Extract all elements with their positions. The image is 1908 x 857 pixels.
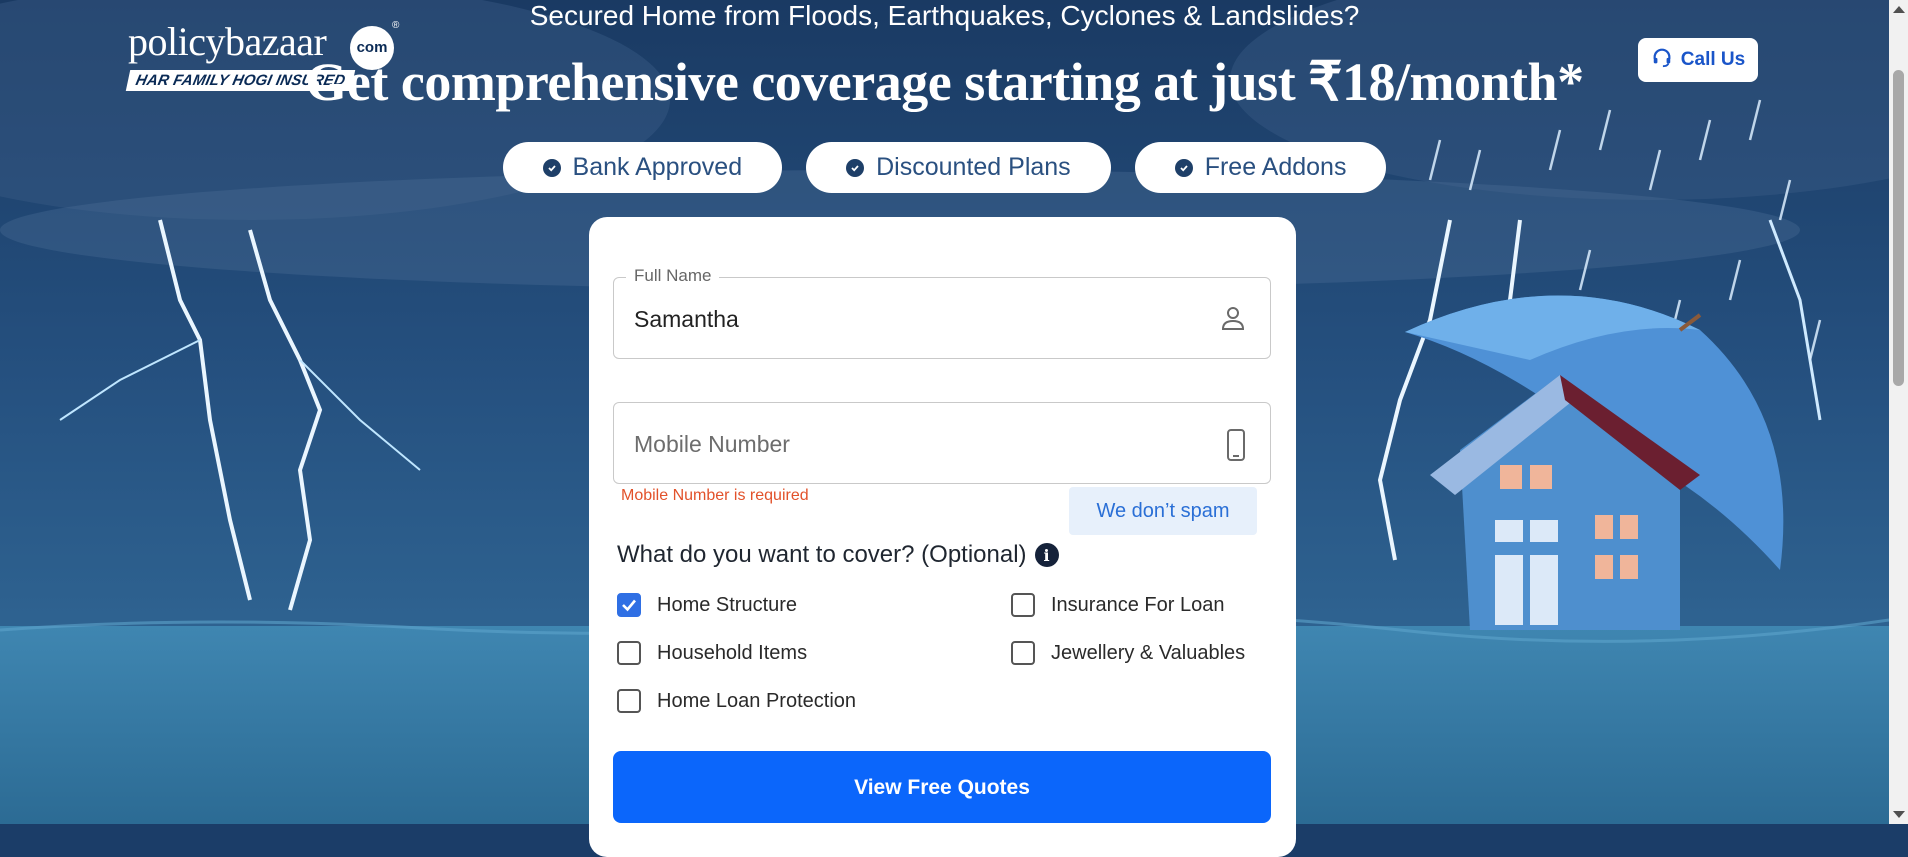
badge-label: Bank Approved (572, 153, 743, 181)
call-us-button[interactable]: Call Us (1638, 38, 1758, 82)
scrollbar-thumb[interactable] (1893, 70, 1904, 386)
info-icon[interactable]: i (1034, 543, 1059, 567)
checkbox[interactable] (617, 641, 641, 665)
check-circle-icon (542, 158, 561, 177)
option-jewellery-valuables[interactable]: Jewellery & Valuables (1011, 641, 1245, 665)
option-label: Jewellery & Valuables (1051, 641, 1246, 664)
badge-bank-approved: Bank Approved (502, 142, 783, 193)
option-label: Insurance For Loan (1051, 593, 1225, 616)
full-name-label: Full Name (626, 266, 720, 286)
mobile-number-placeholder[interactable]: Mobile Number (634, 431, 790, 458)
checkbox[interactable] (617, 689, 641, 713)
checkbox[interactable] (1011, 641, 1035, 665)
option-home-structure[interactable]: Home Structure (617, 593, 797, 617)
checkbox-checked[interactable] (617, 593, 641, 617)
user-icon (1220, 304, 1246, 337)
cover-question-text: What do you want to cover? (Optional) (617, 541, 1027, 568)
no-spam-note: We don’t spam (1069, 487, 1257, 535)
mobile-error-message: Mobile Number is required (621, 487, 809, 504)
scroll-up-arrow-icon[interactable] (1893, 6, 1905, 13)
badge-discounted-plans: Discounted Plans (806, 142, 1111, 193)
scroll-down-arrow-icon[interactable] (1893, 811, 1905, 818)
badge-label: Discounted Plans (876, 153, 1071, 181)
option-insurance-for-loan[interactable]: Insurance For Loan (1011, 593, 1224, 617)
full-name-value[interactable]: Samantha (634, 306, 739, 333)
option-label: Home Structure (657, 593, 798, 616)
cover-question: What do you want to cover? (Optional) i (617, 541, 1059, 569)
check-circle-icon (1174, 158, 1193, 177)
badge-free-addons: Free Addons (1134, 142, 1387, 193)
headset-icon (1651, 46, 1673, 74)
benefit-badges: Bank Approved Discounted Plans Free Addo… (0, 142, 1889, 193)
call-us-label: Call Us (1680, 49, 1746, 70)
option-household-items[interactable]: Household Items (617, 641, 807, 665)
vertical-scrollbar[interactable] (1889, 0, 1908, 824)
full-name-field[interactable]: Full Name Samantha (613, 266, 1271, 359)
hero-tagline: Secured Home from Floods, Earthquakes, C… (529, 0, 1360, 31)
hero-headline: Get comprehensive coverage starting at j… (305, 52, 1584, 112)
view-free-quotes-button[interactable]: View Free Quotes (613, 751, 1271, 823)
check-circle-icon (846, 158, 865, 177)
mobile-phone-icon (1226, 429, 1246, 466)
option-label: Household Items (657, 641, 808, 664)
option-label: Home Loan Protection (657, 689, 857, 712)
checkbox[interactable] (1011, 593, 1035, 617)
option-home-loan-protection[interactable]: Home Loan Protection (617, 689, 856, 713)
badge-label: Free Addons (1204, 153, 1347, 181)
quote-form-card: Full Name Samantha Mobile Number Mobile … (589, 217, 1296, 857)
mobile-number-field[interactable]: Mobile Number (613, 402, 1271, 484)
